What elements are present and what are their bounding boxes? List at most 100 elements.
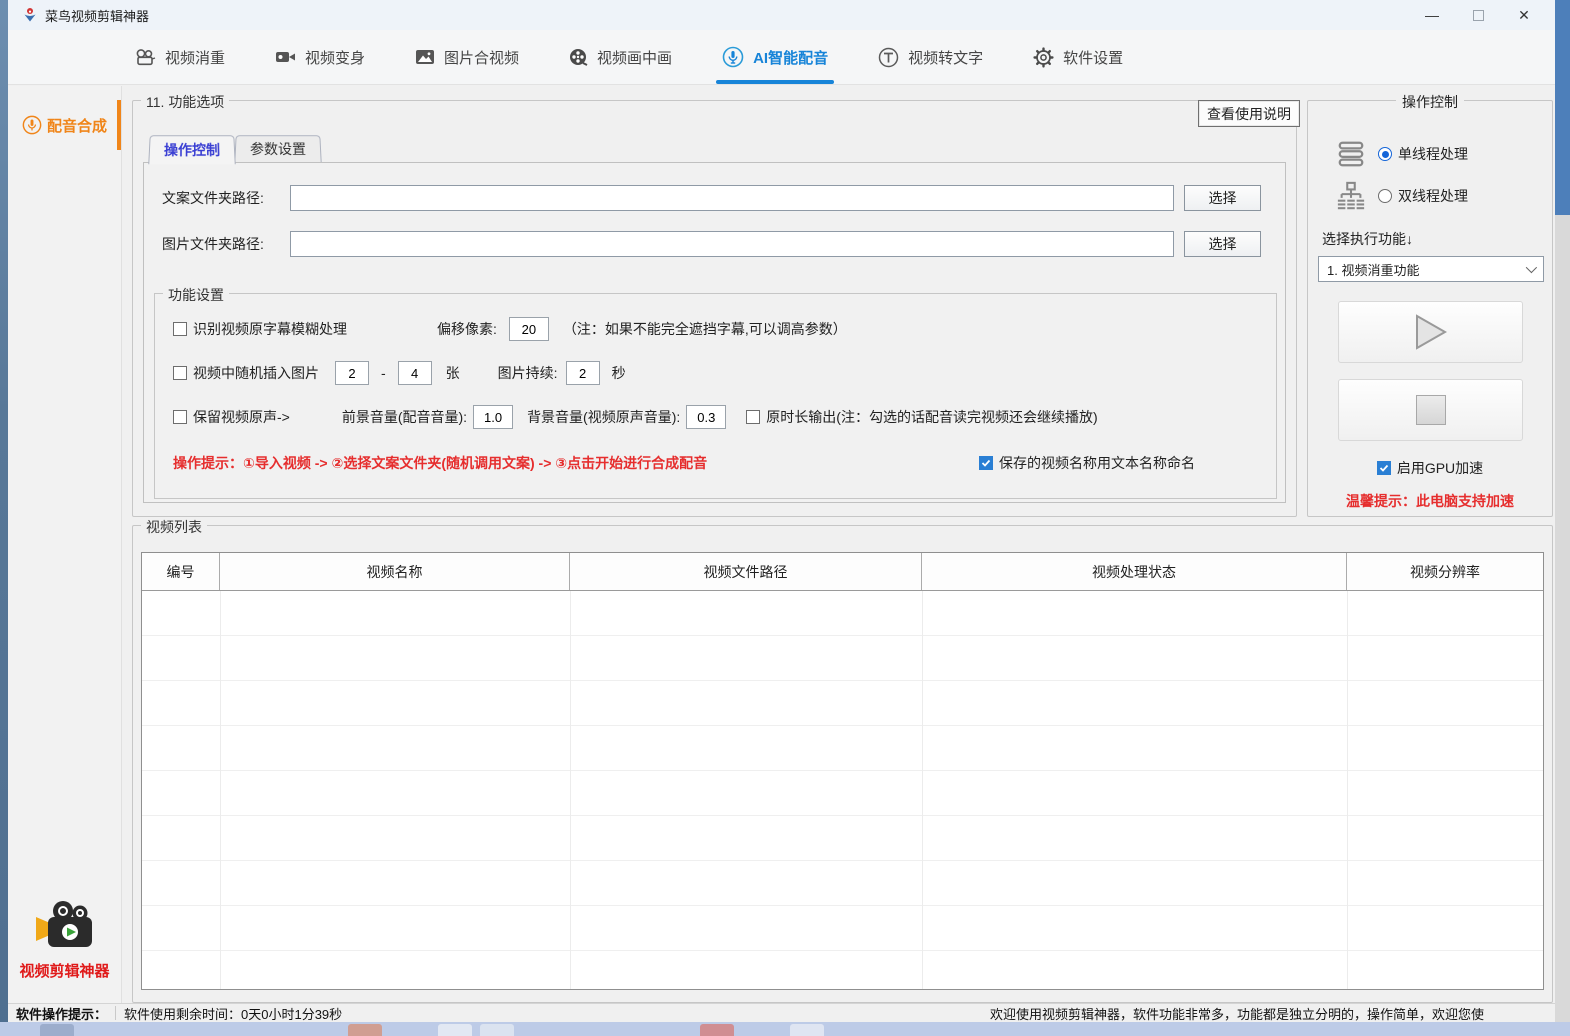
single-thread-radio[interactable]: 单线程处理 (1378, 144, 1468, 164)
taskbar-icon[interactable] (700, 1024, 734, 1036)
play-icon (1414, 314, 1448, 350)
dual-thread-radio[interactable]: 双线程处理 (1378, 186, 1468, 206)
window-title: 菜鸟视频剪辑神器 (45, 6, 149, 25)
close-button[interactable]: ✕ (1501, 0, 1547, 30)
column-header-resolution[interactable]: 视频分辨率 (1347, 553, 1543, 590)
original-duration-checkbox[interactable]: 原时长输出(注：勾选的话配音读完视频还会继续播放) (746, 407, 1097, 427)
background-window-strip (1555, 0, 1570, 1022)
copywriting-folder-label: 文案文件夹路径: (162, 188, 290, 208)
insert-max-input[interactable] (398, 361, 432, 385)
checkbox-checked-icon (1377, 461, 1391, 475)
radio-icon (1378, 189, 1392, 203)
select-function-label: 选择执行功能↓ (1322, 229, 1413, 249)
text-t-icon (878, 47, 899, 68)
image-folder-select-button[interactable]: 选择 (1184, 231, 1261, 257)
radio-selected-icon (1378, 147, 1392, 161)
column-header-status[interactable]: 视频处理状态 (922, 553, 1347, 590)
stop-button[interactable] (1338, 379, 1523, 441)
app-window: 菜鸟视频剪辑神器 — ✕ 视频消重 视频变身 (8, 0, 1555, 1022)
seconds-label: 秒 (612, 363, 626, 383)
tab-strip: 操作控制 参数设置 (149, 135, 321, 164)
nav-item-image-to-video[interactable]: 图片合视频 (401, 30, 533, 84)
nav-item-video-transform[interactable]: 视频变身 (261, 30, 379, 84)
panel-title: 操作控制 (1396, 92, 1464, 112)
nav-label: 视频画中画 (597, 47, 672, 68)
taskbar-icon[interactable] (438, 1024, 472, 1036)
minimize-button[interactable]: — (1409, 0, 1455, 30)
subtitle-blur-row: 识别视频原字幕模糊处理 偏移像素: （注：如果不能完全遮挡字幕,可以调高参数） (173, 316, 1266, 342)
nav-label: 视频转文字 (908, 47, 983, 68)
column-header-name[interactable]: 视频名称 (220, 553, 570, 590)
checkbox-icon (173, 322, 187, 336)
background-volume-input[interactable] (686, 405, 726, 429)
sidebar-item-dubbing[interactable]: 配音合成 (8, 100, 121, 150)
function-options-group: 11. 功能选项 查看使用说明 操作控制 参数设置 文案文件夹路径: 选择 图片… (132, 100, 1297, 517)
maximize-button[interactable] (1455, 0, 1501, 30)
video-list-group: 视频列表 编号 视频名称 视频文件路径 视频处理状态 视频分辨率 (132, 525, 1553, 1003)
nav-label: 视频变身 (305, 47, 365, 68)
welcome-text: 欢迎使用视频剪辑神器，软件功能非常多，功能都是独立分明的，操作简单，欢迎您使 (990, 1004, 1484, 1023)
movie-camera-icon (134, 49, 156, 66)
column-header-path[interactable]: 视频文件路径 (570, 553, 922, 590)
table-body (142, 591, 1543, 989)
active-accent-bar (117, 100, 121, 150)
copywriting-folder-input[interactable] (290, 185, 1174, 211)
taskbar-icon[interactable] (348, 1024, 382, 1036)
gpu-row: 启用GPU加速 (1308, 458, 1552, 478)
copywriting-folder-select-button[interactable]: 选择 (1184, 185, 1261, 211)
remaining-time-text: 软件使用剩余时间：0天0小时1分39秒 (124, 1004, 342, 1023)
gpu-acceleration-checkbox[interactable]: 启用GPU加速 (1377, 458, 1483, 478)
gear-icon (1033, 47, 1054, 68)
film-reel-icon (569, 48, 588, 66)
group-title: 11. 功能选项 (141, 92, 229, 112)
taskbar-icon[interactable] (790, 1024, 824, 1036)
nav-item-settings[interactable]: 软件设置 (1019, 30, 1137, 84)
offset-note: （注：如果不能完全遮挡字幕,可以调高参数） (563, 319, 847, 339)
group-title: 视频列表 (141, 517, 207, 537)
image-folder-input[interactable] (290, 231, 1174, 257)
unit-label: 张 (446, 363, 460, 383)
foreground-volume-input[interactable] (473, 405, 513, 429)
keep-original-audio-checkbox[interactable]: 保留视频原声-> (173, 407, 290, 427)
subtitle-blur-checkbox[interactable]: 识别视频原字幕模糊处理 (173, 319, 347, 339)
insert-min-input[interactable] (335, 361, 369, 385)
nav-item-picture-in-picture[interactable]: 视频画中画 (555, 30, 686, 84)
status-label: 软件操作提示： (8, 1004, 115, 1023)
image-icon (415, 49, 435, 65)
foreground-volume-label: 前景音量(配音音量): (342, 407, 467, 427)
taskbar-icon[interactable] (40, 1024, 74, 1036)
nav-label: 软件设置 (1063, 47, 1123, 68)
titlebar[interactable]: 菜鸟视频剪辑神器 — ✕ (8, 0, 1555, 30)
image-duration-input[interactable] (566, 361, 600, 385)
microphone-icon (22, 115, 42, 135)
checkbox-checked-icon (979, 456, 993, 470)
nav-item-video-dedupe[interactable]: 视频消重 (120, 30, 239, 84)
tip-row: 操作提示：①导入视频 -> ②选择文案文件夹(随机调用文案) -> ③点击开始进… (173, 450, 1266, 476)
image-folder-row: 图片文件夹路径: 选择 (162, 230, 1261, 257)
view-instructions-button[interactable]: 查看使用说明 (1198, 100, 1300, 127)
image-duration-label: 图片持续: (498, 363, 558, 383)
taskbar[interactable] (0, 1022, 1570, 1036)
status-separator (115, 1006, 116, 1020)
offset-pixel-input[interactable] (509, 317, 549, 341)
tab-operation-control[interactable]: 操作控制 (148, 135, 235, 164)
nav-item-video-to-text[interactable]: 视频转文字 (864, 30, 997, 84)
start-button[interactable] (1338, 301, 1523, 363)
app-logo-block: 视频剪辑神器 (8, 899, 121, 981)
video-table[interactable]: 编号 视频名称 视频文件路径 视频处理状态 视频分辨率 (141, 552, 1544, 990)
column-header-number[interactable]: 编号 (142, 553, 220, 590)
tab-parameter-settings[interactable]: 参数设置 (234, 135, 321, 162)
checkbox-icon (173, 366, 187, 380)
nav-item-ai-dubbing[interactable]: AI智能配音 (708, 30, 842, 84)
save-name-checkbox[interactable]: 保存的视频名称用文本名称命名 (979, 453, 1195, 473)
maximize-icon (1473, 10, 1484, 21)
taskbar-icon[interactable] (480, 1024, 514, 1036)
insert-image-checkbox[interactable]: 视频中随机插入图片 (173, 363, 319, 383)
single-thread-icon (1336, 139, 1366, 169)
nav-label: 视频消重 (165, 47, 225, 68)
single-thread-row: 单线程处理 (1336, 139, 1468, 169)
image-folder-label: 图片文件夹路径: (162, 234, 290, 254)
operation-control-panel: 操作控制 单线程处理 (1307, 100, 1553, 517)
function-dropdown[interactable]: 1. 视频消重功能 (1318, 256, 1544, 282)
range-dash: - (381, 365, 386, 381)
